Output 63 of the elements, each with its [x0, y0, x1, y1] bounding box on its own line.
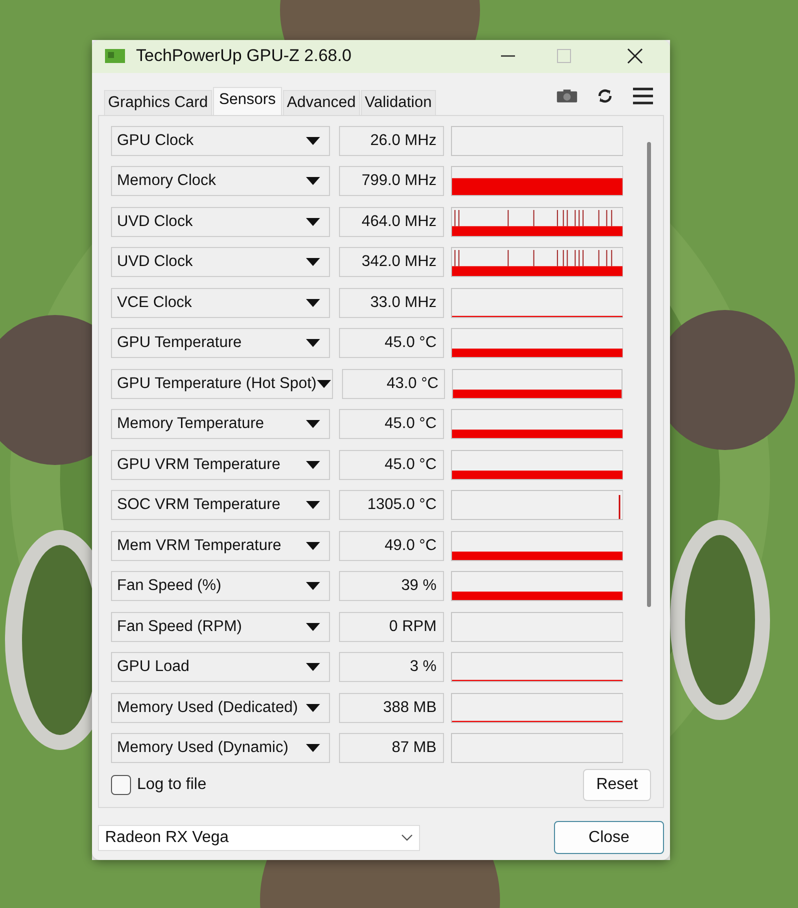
- sensor-value: 342.0 MHz: [338, 247, 444, 277]
- close-icon[interactable]: [627, 48, 643, 64]
- tab[interactable]: Sensors: [212, 86, 282, 114]
- dropdown-arrow-icon: [306, 339, 320, 347]
- sensor-dropdown[interactable]: Mem VRM Temperature: [111, 530, 330, 560]
- sensor-dropdown[interactable]: VCE Clock: [111, 288, 330, 318]
- dropdown-arrow-icon: [306, 298, 320, 306]
- tab[interactable]: Advanced: [282, 90, 360, 114]
- dropdown-arrow-icon: [306, 420, 320, 428]
- sensor-dropdown[interactable]: GPU Temperature: [111, 328, 330, 358]
- dropdown-arrow-icon: [306, 501, 320, 509]
- sensor-dropdown[interactable]: GPU Load: [111, 652, 330, 682]
- sensor-value: 799.0 MHz: [338, 166, 444, 196]
- dropdown-arrow-icon: [306, 744, 320, 752]
- tab[interactable]: Graphics Card: [104, 90, 212, 114]
- gpu-select[interactable]: Radeon RX Vega: [98, 824, 420, 850]
- sensor-dropdown[interactable]: SOC VRM Temperature: [111, 490, 330, 520]
- chevron-down-icon: [401, 834, 413, 841]
- sensor-value: 1305.0 °C: [338, 490, 444, 520]
- log-to-file-checkbox[interactable]: Log to file: [111, 775, 206, 795]
- sensor-dropdown[interactable]: GPU Clock: [111, 126, 330, 156]
- sensor-dropdown[interactable]: UVD Clock: [111, 206, 330, 236]
- scrollbar-thumb[interactable]: [647, 142, 651, 606]
- sensor-dropdown[interactable]: GPU VRM Temperature: [111, 450, 330, 480]
- dropdown-arrow-icon: [306, 704, 320, 712]
- sensor-value: 87 MB: [338, 733, 444, 763]
- sensor-value: 45.0 °C: [338, 328, 444, 358]
- sensor-value: 43.0 °C: [342, 368, 446, 398]
- sensor-dropdown[interactable]: GPU Temperature (Hot Spot): [111, 368, 333, 398]
- sensor-value: 464.0 MHz: [338, 206, 444, 236]
- tab[interactable]: Validation: [360, 90, 436, 114]
- sensor-value: 33.0 MHz: [338, 288, 444, 318]
- sensor-dropdown[interactable]: Memory Clock: [111, 166, 330, 196]
- dropdown-arrow-icon: [306, 460, 320, 468]
- sensor-dropdown[interactable]: Fan Speed (RPM): [111, 612, 330, 642]
- camera-icon[interactable]: [556, 86, 578, 104]
- window-title: TechPowerUp GPU-Z 2.68.0: [136, 46, 352, 66]
- sensor-value: 45.0 °C: [338, 409, 444, 439]
- sensor-value: 39 %: [338, 571, 444, 601]
- close-button[interactable]: Close: [554, 821, 664, 854]
- reset-button[interactable]: Reset: [583, 769, 651, 801]
- dropdown-arrow-icon: [306, 258, 320, 266]
- sensor-dropdown[interactable]: Memory Temperature: [111, 409, 330, 439]
- sensor-value: 45.0 °C: [338, 450, 444, 480]
- sensor-dropdown[interactable]: Memory Used (Dedicated): [111, 692, 330, 722]
- dropdown-arrow-icon: [306, 582, 320, 590]
- sensor-dropdown[interactable]: UVD Clock: [111, 247, 330, 277]
- dropdown-arrow-icon: [306, 218, 320, 226]
- sensor-dropdown[interactable]: Fan Speed (%): [111, 571, 330, 601]
- sensor-value: 388 MB: [338, 692, 444, 722]
- sensor-value: 26.0 MHz: [338, 126, 444, 156]
- dropdown-arrow-icon: [306, 136, 320, 144]
- menu-icon[interactable]: [632, 86, 654, 104]
- sensor-value: 0 RPM: [338, 612, 444, 642]
- graphics-card-icon: [104, 47, 126, 66]
- sensor-value: 49.0 °C: [338, 530, 444, 560]
- dropdown-arrow-icon: [306, 177, 320, 185]
- dropdown-arrow-icon: [306, 663, 320, 671]
- dropdown-arrow-icon: [316, 380, 331, 388]
- dropdown-arrow-icon: [306, 542, 320, 550]
- sensor-value: 3 %: [338, 652, 444, 682]
- dropdown-arrow-icon: [306, 622, 320, 630]
- sensor-dropdown[interactable]: Memory Used (Dynamic): [111, 733, 330, 763]
